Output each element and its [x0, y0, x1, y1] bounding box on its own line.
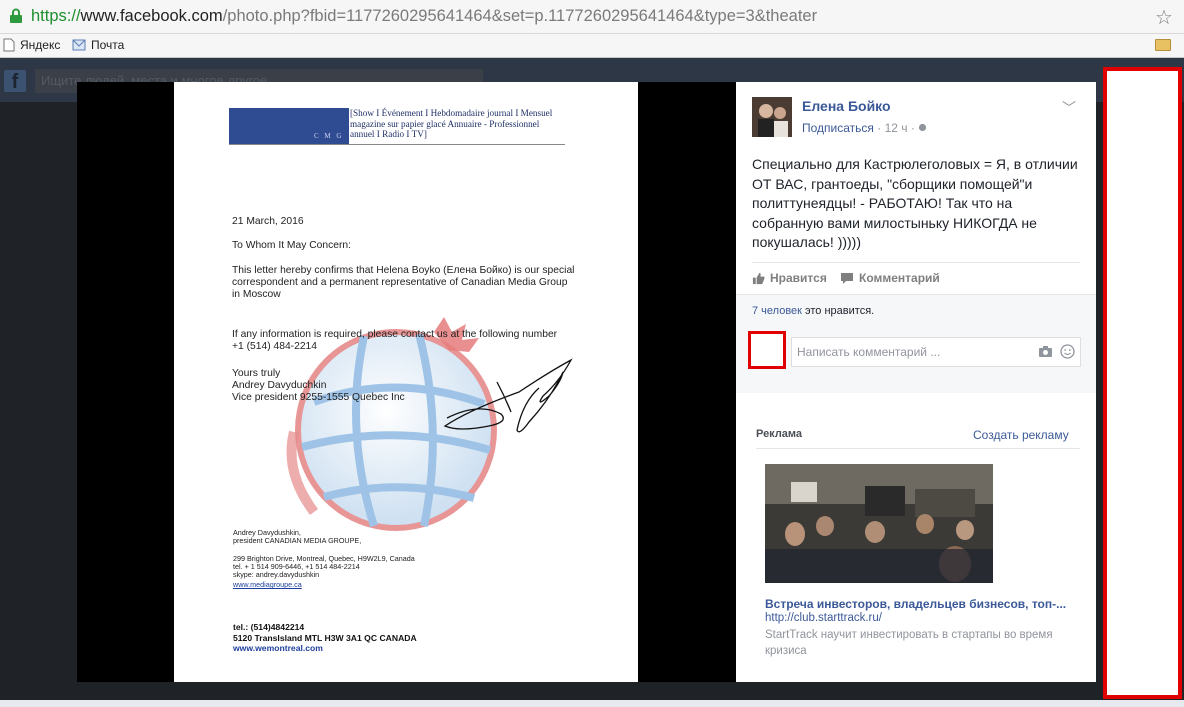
emoji-icon[interactable] — [1060, 344, 1075, 359]
comment-icon — [841, 272, 853, 284]
letterhead-text: [Show I Événement I Hebdomadaire journal… — [350, 108, 553, 139]
like-button[interactable]: Нравится — [752, 271, 827, 285]
post-meta: Подписаться · 12 ч · — [802, 121, 927, 135]
ad-image[interactable] — [765, 464, 993, 583]
likes-and-comments: 7 человек это нравится. Написать коммент… — [736, 294, 1096, 393]
bookmark-label: Яндекс — [20, 38, 61, 52]
chevron-down-icon[interactable]: ﹀ — [1062, 98, 1076, 118]
avatar-photo — [752, 97, 792, 137]
ads-header: Реклама — [756, 428, 803, 440]
url-path: /photo.php?fbid=1177260295641464&set=p.1… — [222, 7, 818, 25]
letter-salutation: To Whom It May Concern: — [232, 240, 352, 251]
bottom-address: 5120 TransIsland MTL H3W 3A1 QC CANADA — [233, 633, 417, 643]
bookmark-star-icon[interactable]: ☆ — [1155, 5, 1173, 30]
bookmarks-bar: Яндекс Почта — [0, 34, 1184, 58]
ad-description: StartTrack научит инвестировать в старта… — [765, 629, 1053, 657]
footer-role: president CANADIAN MEDIA GROUPE, — [233, 536, 362, 545]
likes-count-link[interactable]: 7 человек — [752, 305, 802, 317]
ad-photo — [765, 464, 993, 583]
bottom-web: www.wemontreal.com — [233, 643, 323, 653]
comment-label: Комментарий — [859, 271, 940, 285]
folder-icon[interactable] — [1155, 39, 1171, 51]
letterhead-rule — [229, 144, 565, 145]
post-panel: Елена Бойко Подписаться · 12 ч · ﹀ Специ… — [736, 82, 1096, 682]
likes-summary: 7 человек это нравится. — [752, 305, 874, 317]
comment-placeholder: Написать комментарий ... — [797, 345, 941, 359]
letter-signer: Andrey Davyduchkin — [232, 380, 327, 391]
mail-icon — [72, 39, 86, 51]
lock-icon — [10, 8, 22, 23]
bookmark-yandex[interactable]: Яндекс — [3, 38, 60, 52]
ad-title[interactable]: Встреча инвесторов, владельцев бизнесов,… — [765, 597, 1075, 611]
ad-url[interactable]: http://club.starttrack.ru/ — [765, 612, 882, 624]
camera-icon[interactable] — [1038, 345, 1053, 358]
bookmark-mail[interactable]: Почта — [72, 38, 124, 52]
comment-input[interactable]: Написать комментарий ... — [791, 337, 1081, 367]
like-label: Нравится — [770, 271, 827, 285]
bookmark-label: Почта — [91, 38, 125, 52]
letter-photo[interactable]: C M G [Show I Événement I Hebdomadaire j… — [174, 82, 638, 682]
letter-signer-title: Vice president 9255-1555 Quebec Inc — [232, 392, 405, 403]
url-scheme: https:// — [31, 7, 81, 25]
divider — [752, 262, 1080, 263]
page-icon — [3, 38, 15, 52]
url-text[interactable]: https://www.facebook.com/photo.php?fbid=… — [31, 7, 817, 26]
post-text: Специально для Кастрюлеголовых = Я, в от… — [752, 156, 1078, 250]
author-name[interactable]: Елена Бойко — [802, 98, 891, 114]
commenter-avatar — [748, 331, 786, 369]
address-bar[interactable]: https://www.facebook.com/photo.php?fbid=… — [0, 0, 1184, 34]
letter-paragraph-2: If any information is required, please c… — [232, 329, 558, 352]
taskbar-edge — [0, 700, 1184, 707]
divider — [756, 448, 1080, 449]
footer-web: www.mediagroupe.ca — [233, 580, 302, 589]
likes-suffix: это нравится. — [801, 305, 875, 317]
highlighted-region — [1103, 67, 1182, 699]
post-time[interactable]: · 12 ч · — [874, 121, 918, 135]
comment-button[interactable]: Комментарий — [840, 271, 940, 285]
letterhead-cmg: C M G — [314, 132, 344, 140]
author-avatar[interactable] — [752, 97, 792, 137]
url-domain: www.facebook.com — [80, 7, 223, 25]
facebook-logo-icon[interactable]: f — [4, 70, 26, 93]
create-ad-link[interactable]: Создать рекламу — [973, 428, 1069, 442]
letter-closing: Yours truly — [232, 368, 281, 379]
bottom-tel: tel.: (514)4842214 — [233, 622, 305, 632]
footer-skype: skype: andrey.davydushkin — [233, 570, 320, 579]
globe-icon — [919, 123, 927, 132]
follow-link[interactable]: Подписаться — [802, 121, 874, 135]
thumbs-up-icon — [752, 272, 765, 284]
letter-date: 21 March, 2016 — [232, 216, 304, 227]
letter-paragraph-1: This letter hereby confirms that Helena … — [232, 265, 575, 300]
signature — [443, 358, 573, 433]
